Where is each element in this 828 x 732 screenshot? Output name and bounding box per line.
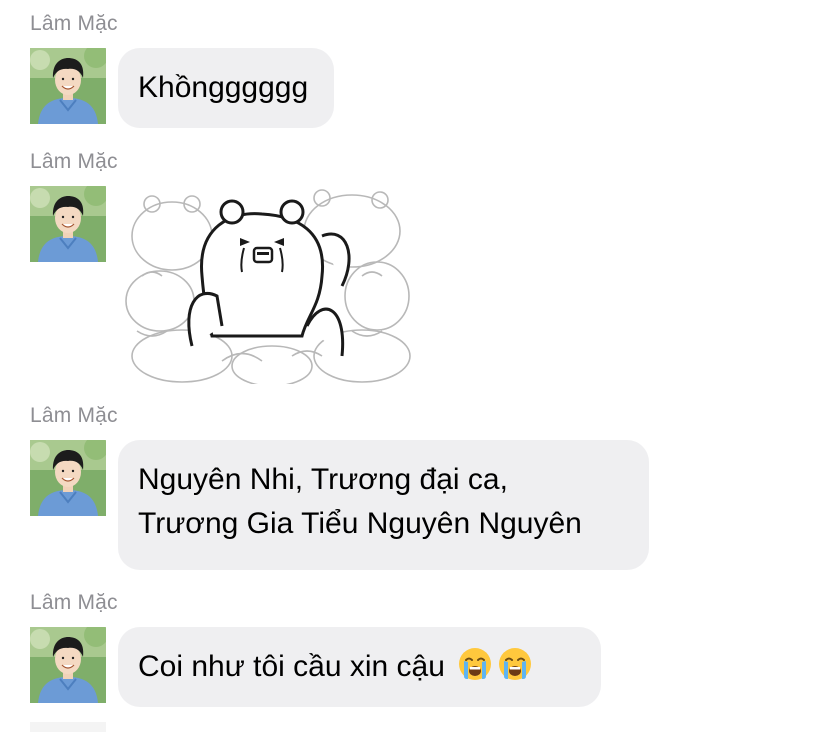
- avatar-image: [30, 186, 106, 262]
- sender-name: Lâm Mặc: [30, 12, 118, 35]
- next-avatar-edge: [30, 722, 106, 732]
- sender-name: Lâm Mặc: [30, 591, 118, 614]
- sender-name: Lâm Mặc: [30, 150, 118, 173]
- avatar-image: [30, 627, 106, 703]
- avatar[interactable]: [30, 186, 106, 262]
- message-text-line: Trương Gia Tiểu Nguyên Nguyên: [138, 507, 582, 540]
- message-bubble[interactable]: Nguyên Nhi, Trương đại ca, Trương Gia Ti…: [118, 440, 649, 570]
- sticker-message[interactable]: [122, 186, 412, 387]
- chat-thread: Lâm Mặc Khồngggggg Lâm Mặc Lâm Mặc Nguyê…: [0, 0, 828, 732]
- message-text: Coi như tôi cầu xin cậu: [138, 650, 445, 683]
- loudly-crying-face-icon: [457, 646, 493, 682]
- sender-name: Lâm Mặc: [30, 404, 118, 427]
- loudly-crying-face-icon: [497, 646, 533, 682]
- avatar[interactable]: [30, 627, 106, 703]
- crying-bear-sticker-icon: [125, 189, 411, 387]
- avatar[interactable]: [30, 48, 106, 124]
- message-text: Khồngggggg: [138, 71, 309, 104]
- message-bubble[interactable]: Coi như tôi cầu xin cậu: [118, 627, 601, 707]
- message-bubble[interactable]: Khồngggggg: [118, 48, 334, 128]
- avatar[interactable]: [30, 440, 106, 516]
- message-text-line: Nguyên Nhi, Trương đại ca,: [138, 463, 508, 496]
- avatar-image: [30, 440, 106, 516]
- avatar-image: [30, 48, 106, 124]
